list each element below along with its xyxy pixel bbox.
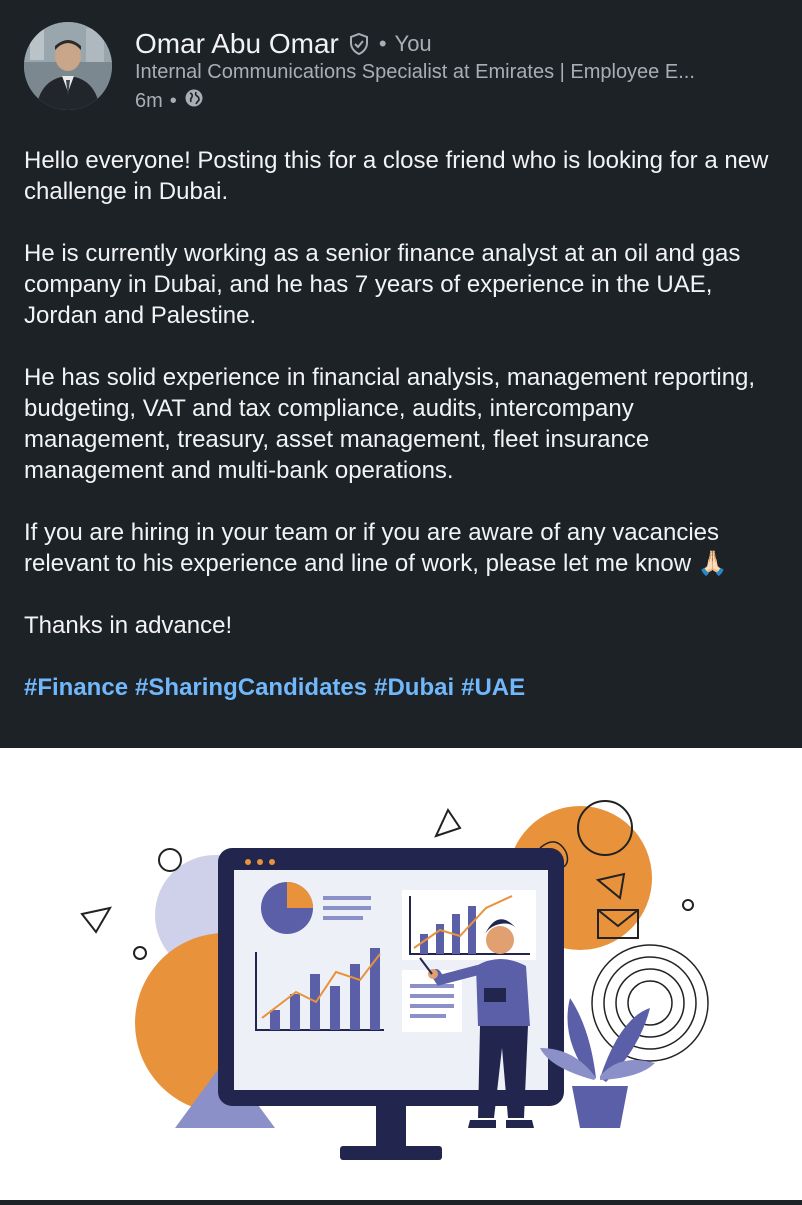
post-paragraph: Hello everyone! Posting this for a close… [24, 147, 769, 205]
author-headline: Internal Communications Specialist at Em… [135, 61, 695, 83]
post-card: Omar Abu Omar • You Internal Communicati… [0, 0, 802, 748]
finance-analyst-illustration [80, 800, 709, 1160]
separator-dot: • [378, 31, 387, 56]
hashtag-link[interactable]: #UAE [461, 674, 525, 701]
hashtag-link[interactable]: #SharingCandidates [135, 674, 367, 701]
hashtag-link[interactable]: #Finance [24, 674, 128, 701]
hashtags: #Finance #SharingCandidates #Dubai #UAE [24, 672, 784, 703]
author-name[interactable]: Omar Abu Omar [135, 28, 339, 60]
globe-icon [184, 88, 204, 114]
separator-dot: • [169, 89, 177, 112]
avatar-photo [24, 22, 112, 110]
post-paragraph: He has solid experience in financial ana… [24, 364, 756, 484]
hashtag-link[interactable]: #Dubai [374, 674, 454, 701]
verified-shield-icon [347, 32, 371, 56]
post-paragraph: If you are hiring in your team or if you… [24, 519, 728, 577]
post-meta: 6m • [135, 88, 204, 114]
post-time: 6m [135, 89, 163, 112]
post-body: Hello everyone! Posting this for a close… [24, 145, 784, 703]
post-paragraph: He is currently working as a senior fina… [24, 240, 741, 329]
post-image[interactable] [0, 748, 802, 1200]
avatar[interactable] [24, 22, 112, 110]
you-label: You [394, 31, 432, 56]
author-line: Omar Abu Omar • You [135, 28, 432, 60]
post-paragraph: Thanks in advance! [24, 612, 233, 639]
